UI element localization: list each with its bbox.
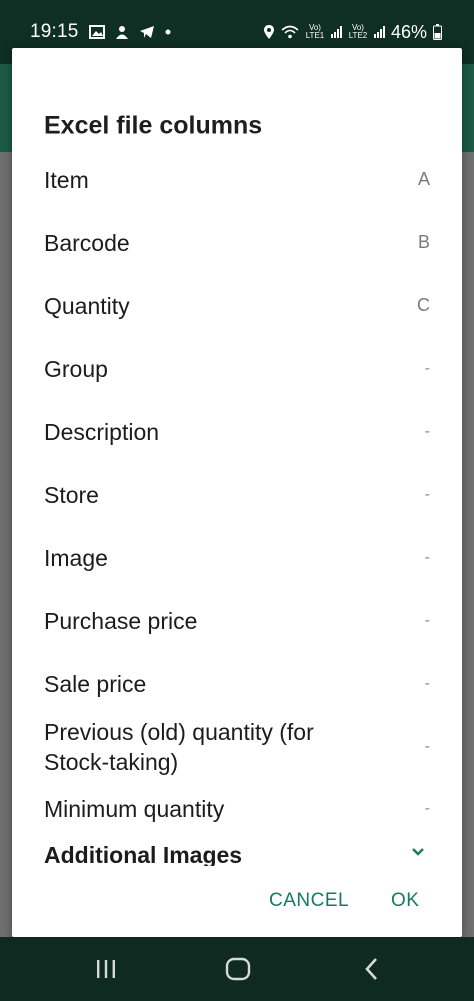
telegram-icon [139,26,154,38]
lte1-label: Vo) LTE1 [305,23,325,40]
column-row-barcode[interactable]: Barcode B [12,211,462,274]
column-label: Store [44,481,99,508]
dot-icon [165,29,171,35]
column-label: Description [44,418,160,445]
signal-icon [330,26,342,38]
column-letter: - [424,738,430,755]
chevron-down-icon[interactable] [410,844,426,860]
column-letter: - [424,485,430,503]
columns-list[interactable]: Item A Barcode B Quantity C Group - Desc… [12,148,462,867]
column-label: Minimum quantity [44,796,225,822]
column-label: Previous (old) quantity (for Stock-takin… [44,719,314,775]
column-row-item[interactable]: Item A [12,148,462,211]
lte2-label: Vo) LTE2 [348,23,368,40]
column-row-description[interactable]: Description - [12,400,462,463]
column-row-quantity[interactable]: Quantity C [12,274,462,337]
ok-button[interactable]: OK [381,874,429,928]
home-button[interactable] [208,937,268,1001]
wifi-icon [281,25,299,39]
recents-button[interactable] [76,937,136,1001]
dialog-actions: CANCEL OK [12,874,462,928]
column-letter: - [424,422,430,440]
gallery-icon [88,25,105,39]
column-label: Group [44,355,108,382]
column-label: Sale price [44,670,147,697]
column-label: Item [44,166,89,193]
notification-icons [88,24,172,40]
column-letter: - [424,800,430,817]
column-row-minimum-quantity[interactable]: Minimum quantity - [12,779,462,839]
column-label: Purchase price [44,607,198,634]
column-label: Barcode [44,229,130,256]
navigation-bar [0,937,474,1001]
game-icon [115,26,128,39]
column-letter: - [424,359,430,377]
battery-icon [433,24,442,40]
battery-percent: 46% [390,21,427,42]
column-label: Quantity [44,292,130,319]
column-row-previous-quantity[interactable]: Previous (old) quantity (for Stock-takin… [12,715,462,779]
column-row-sale-price[interactable]: Sale price - [12,652,462,715]
column-letter: - [424,674,430,692]
column-row-group[interactable]: Group - [12,337,462,400]
location-icon [263,25,274,39]
column-letter: A [417,169,430,189]
excel-columns-dialog: Excel file columns Item A Barcode B Quan… [12,48,462,937]
column-letter: C [417,295,430,315]
column-letter: - [424,548,430,566]
column-row-store[interactable]: Store - [12,463,462,526]
status-time: 19:15 [30,21,79,42]
home-icon [225,957,251,981]
additional-images-row[interactable]: Additional Images [12,834,462,866]
column-label: Image [44,544,108,571]
column-row-image[interactable]: Image - [12,526,462,589]
recents-icon [97,960,115,978]
back-button[interactable] [342,937,402,1001]
cancel-button[interactable]: CANCEL [259,874,359,928]
additional-images-label: Additional Images [44,842,243,866]
column-letter: - [424,611,430,629]
column-letter: B [417,232,430,252]
column-row-purchase-price[interactable]: Purchase price - [12,589,462,652]
back-icon [365,958,377,980]
status-right: Vo) LTE1 Vo) LTE2 46% [263,22,442,43]
dialog-title: Excel file columns [44,111,263,140]
signal-icon [373,26,385,38]
